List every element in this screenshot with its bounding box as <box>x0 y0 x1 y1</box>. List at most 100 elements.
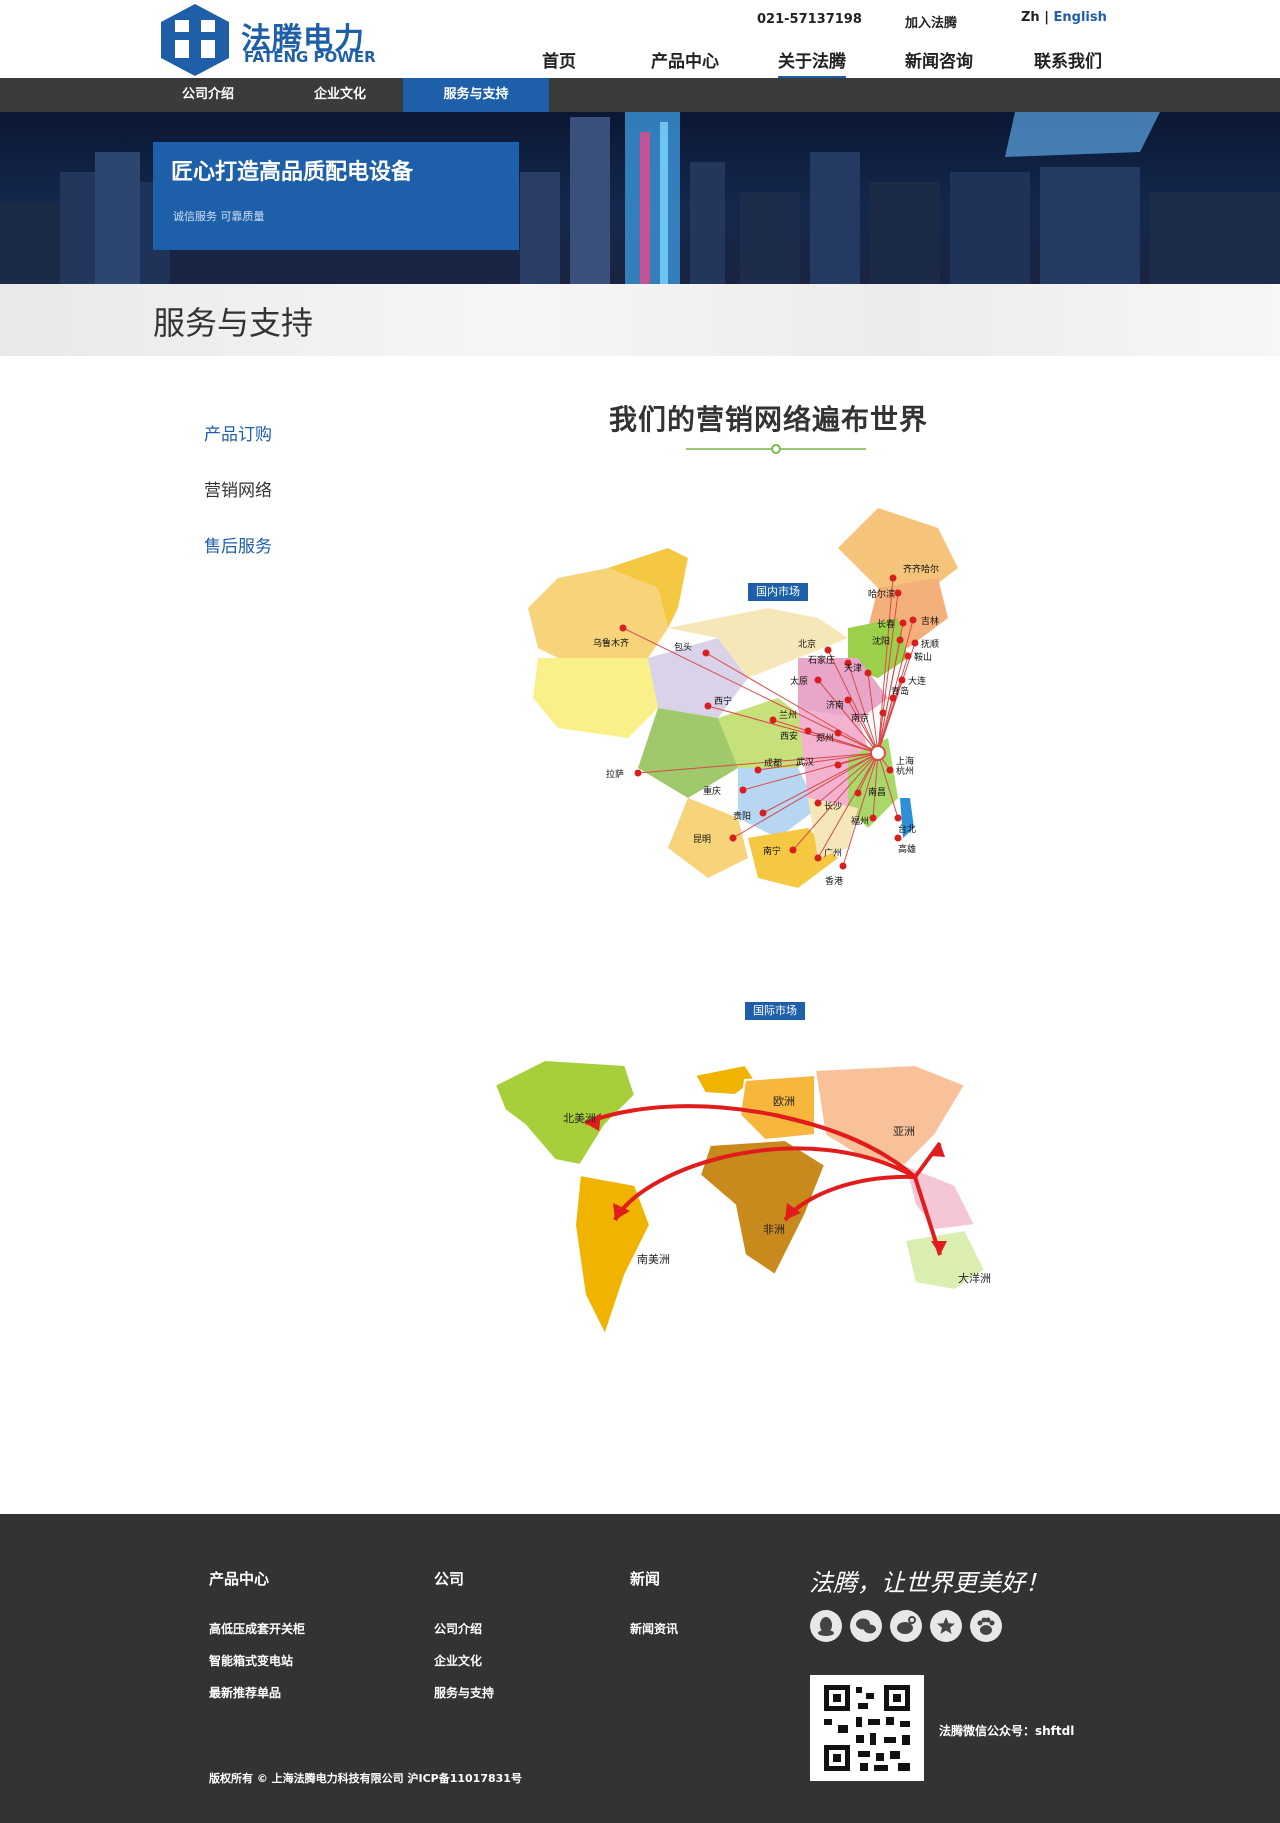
city-marker <box>739 786 747 794</box>
footer-link-company-intro[interactable]: 公司介绍 <box>434 1620 482 1637</box>
city-label: 昆明 <box>693 834 711 845</box>
footer-link-switchgear[interactable]: 高低压成套开关柜 <box>209 1620 305 1637</box>
city-marker <box>869 814 877 822</box>
footer-link-substation[interactable]: 智能箱式变电站 <box>209 1652 293 1669</box>
city-marker <box>789 846 797 854</box>
city-label: 重庆 <box>703 785 721 797</box>
city-marker <box>896 636 904 644</box>
city-label: 上海 <box>896 755 914 767</box>
city-marker <box>854 789 862 797</box>
city-label: 长春 <box>877 618 895 630</box>
footer-link-culture[interactable]: 企业文化 <box>434 1652 482 1669</box>
section-heading: 我们的营销网络遍布世界 <box>609 403 929 436</box>
city-marker <box>814 799 822 807</box>
lang-separator: | <box>1044 10 1049 25</box>
city-marker <box>729 834 737 842</box>
city-label: 太原 <box>790 675 808 687</box>
city-marker <box>909 616 917 624</box>
wechat-icon[interactable] <box>850 1610 882 1642</box>
nav-contact[interactable]: 联系我们 <box>1034 47 1102 72</box>
city-marker <box>864 669 872 677</box>
city-label: 北京 <box>798 638 816 650</box>
city-marker <box>759 809 767 817</box>
footer: 产品中心 高低压成套开关柜 智能箱式变电站 最新推荐单品 公司 公司介绍 企业文… <box>0 1514 1280 1823</box>
qq-icon[interactable] <box>810 1610 842 1642</box>
nav-products[interactable]: 产品中心 <box>651 47 719 72</box>
continent-label-north-america: 北美洲 <box>563 1112 596 1125</box>
subnav-culture[interactable]: 企业文化 <box>285 78 395 112</box>
lang-en-link[interactable]: English <box>1054 10 1107 25</box>
footer-link-service[interactable]: 服务与支持 <box>434 1684 494 1701</box>
city-marker <box>834 761 842 769</box>
subnav-company-intro[interactable]: 公司介绍 <box>153 78 263 112</box>
footer-link-news[interactable]: 新闻资讯 <box>630 1620 678 1637</box>
city-marker <box>898 676 906 684</box>
side-menu-item-network[interactable]: 营销网络 <box>204 476 272 501</box>
continent-label-oceania: 大洋洲 <box>958 1271 991 1285</box>
qr-code-image <box>810 1675 924 1781</box>
wechat-account-text: 法腾微信公众号：shftdl <box>939 1724 1075 1738</box>
lang-zh-link[interactable]: Zh <box>1021 10 1040 25</box>
sub-navigation: 公司介绍 企业文化 服务与支持 <box>0 78 1280 112</box>
language-switch: Zh | English <box>1021 10 1107 25</box>
city-label: 乌鲁木齐 <box>593 637 629 649</box>
page-title: 服务与支持 <box>153 304 314 342</box>
continent-label-asia: 亚洲 <box>893 1125 915 1138</box>
city-label: 鞍山 <box>914 651 932 663</box>
paw-icon[interactable] <box>970 1610 1002 1642</box>
side-menu-item-after-sales[interactable]: 售后服务 <box>204 532 272 557</box>
world-market-map: 北美洲 欧洲 亚洲 非洲 南美洲 大洋洲 <box>493 1058 991 1338</box>
city-marker <box>702 649 710 657</box>
logo[interactable]: 法腾电力 FATENG POWER <box>157 0 377 78</box>
nav-about[interactable]: 关于法腾 <box>778 47 846 79</box>
join-link[interactable]: 加入法腾 <box>905 12 957 31</box>
city-label: 天津 <box>844 663 862 674</box>
city-label: 香港 <box>825 875 843 887</box>
banner-caption-box: 匠心打造高品质配电设备 诚信服务 可靠质量 <box>153 142 519 250</box>
nav-home[interactable]: 首页 <box>542 47 576 72</box>
city-label: 杭州 <box>896 765 914 777</box>
city-marker <box>844 696 852 704</box>
city-marker <box>619 624 627 632</box>
city-label: 台北 <box>898 823 916 835</box>
city-label: 郑州 <box>816 732 834 744</box>
banner-title: 匠心打造高品质配电设备 <box>171 160 414 185</box>
city-marker <box>894 834 902 842</box>
international-market-tag: 国际市场 <box>745 1002 805 1020</box>
shanghai-hub-marker <box>870 745 886 761</box>
footer-link-recommended[interactable]: 最新推荐单品 <box>209 1684 281 1701</box>
city-marker <box>834 729 842 737</box>
city-marker <box>894 814 902 822</box>
nav-news[interactable]: 新闻咨询 <box>905 47 973 72</box>
city-marker <box>894 589 902 597</box>
city-marker <box>889 574 897 582</box>
city-label: 兰州 <box>779 709 797 721</box>
city-label: 高雄 <box>898 843 916 855</box>
phone-number: 021-57137198 <box>757 12 862 27</box>
city-marker <box>911 639 919 647</box>
city-label: 济南 <box>826 699 844 711</box>
star-icon[interactable] <box>930 1610 962 1642</box>
city-label: 南宁 <box>763 845 781 857</box>
logo-mark-icon <box>161 4 229 76</box>
city-label: 长沙 <box>824 800 842 812</box>
city-label: 石家庄 <box>808 654 835 666</box>
city-label: 沈阳 <box>872 635 890 647</box>
page-title-band: 服务与支持 <box>0 284 1280 356</box>
city-label: 贵阳 <box>733 810 751 822</box>
logo-text-en: FATENG POWER <box>244 48 376 66</box>
city-marker <box>899 619 907 627</box>
city-label: 南昌 <box>868 786 886 798</box>
continent-label-south-america: 南美洲 <box>637 1253 670 1266</box>
city-label: 南京 <box>851 712 869 724</box>
city-label: 包头 <box>674 641 692 653</box>
footer-col-news-title: 新闻 <box>630 1570 661 1588</box>
continent-label-africa: 非洲 <box>763 1223 785 1236</box>
side-menu-item-order[interactable]: 产品订购 <box>204 420 272 445</box>
weibo-icon[interactable] <box>890 1610 922 1642</box>
city-marker <box>814 676 822 684</box>
subnav-service-support[interactable]: 服务与支持 <box>403 78 549 112</box>
city-label: 青岛 <box>891 685 909 697</box>
page: 法腾电力 FATENG POWER 021-57137198 加入法腾 Zh |… <box>0 0 1280 1823</box>
footer-slogan: 法腾，让世界更美好！ <box>809 1569 1049 1597</box>
